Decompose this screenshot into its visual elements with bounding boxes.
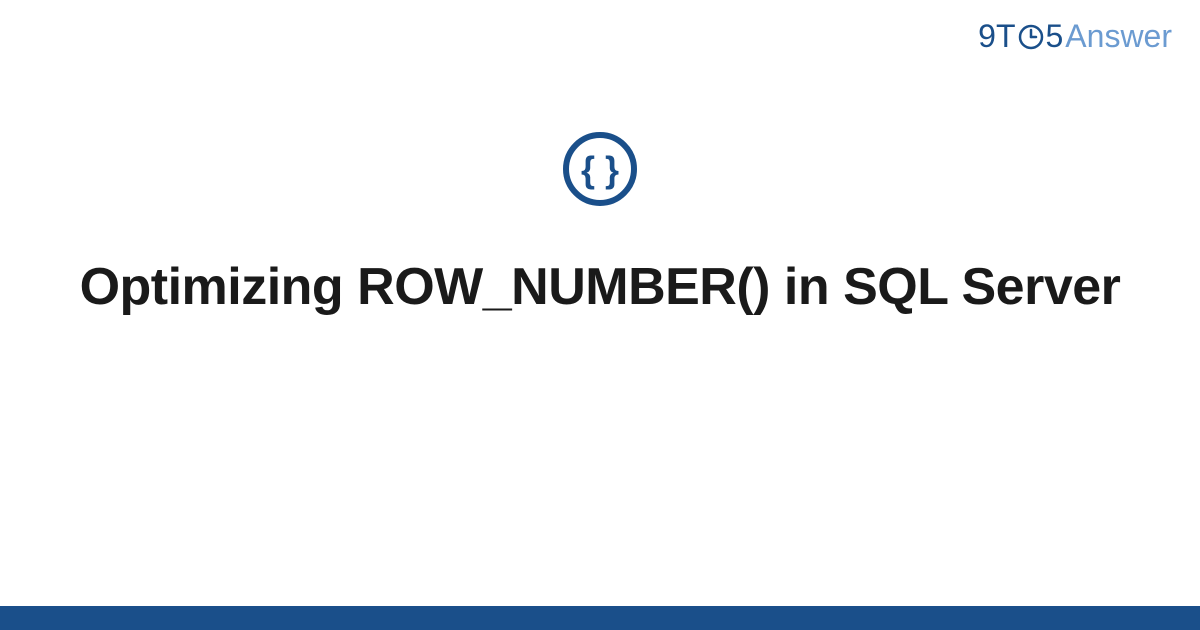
clock-icon	[1017, 23, 1045, 51]
logo-text-9t: 9T	[978, 18, 1015, 55]
logo-text-5: 5	[1046, 18, 1064, 55]
bottom-accent-bar	[0, 606, 1200, 630]
svg-text:{ }: { }	[581, 149, 619, 190]
page-title: Optimizing ROW_NUMBER() in SQL Server	[60, 255, 1140, 320]
logo-text-answer: Answer	[1065, 18, 1172, 55]
code-braces-icon: { }	[561, 130, 639, 208]
site-logo: 9T 5 Answer	[978, 18, 1172, 55]
